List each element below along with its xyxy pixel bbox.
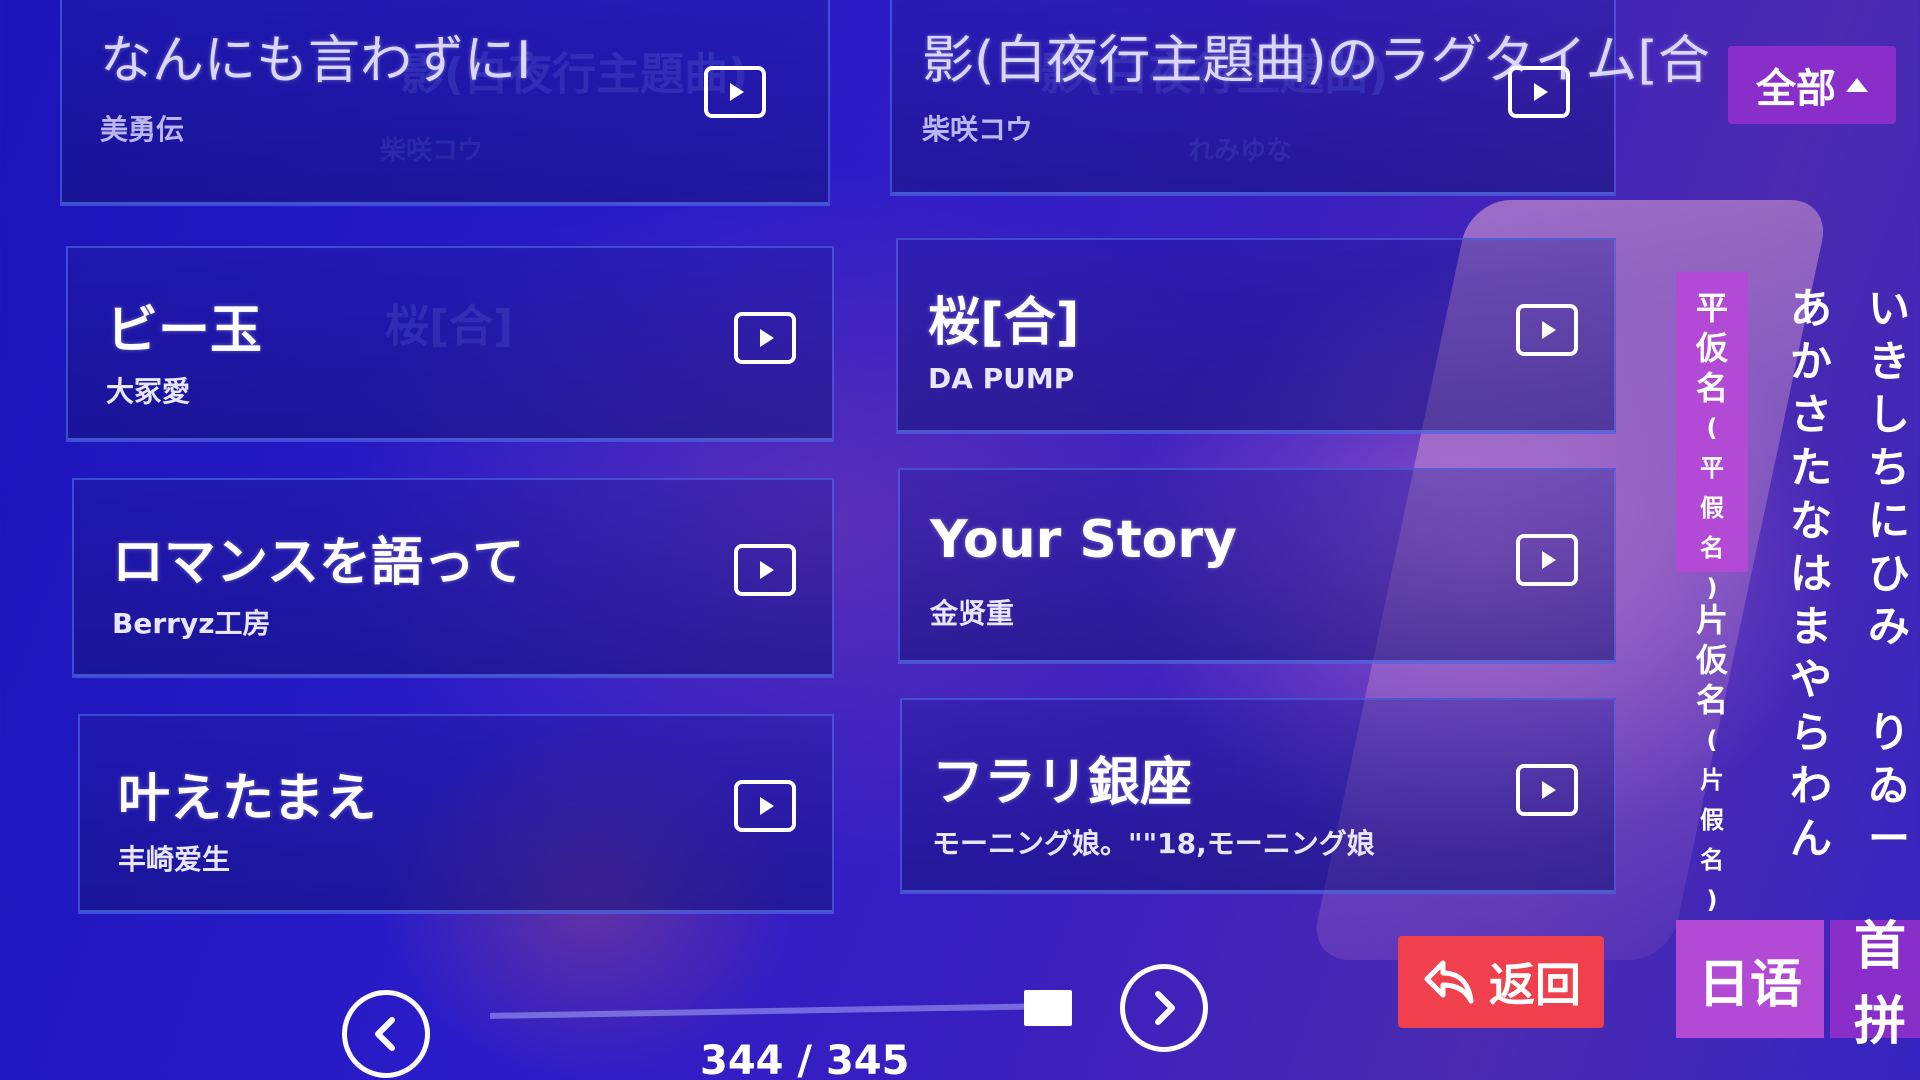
song-artist: DA PUMP bbox=[928, 362, 1075, 395]
page-indicator: 344 / 345 bbox=[700, 1038, 910, 1080]
song-card[interactable]: ビー玉 大冢愛 bbox=[66, 246, 834, 442]
kana-key[interactable]: や bbox=[1790, 653, 1832, 706]
song-artist: 大冢愛 bbox=[106, 375, 191, 408]
song-card[interactable]: なんにも言わずにI 美勇伝 bbox=[60, 0, 830, 206]
song-title: Your Story bbox=[930, 510, 1237, 570]
play-icon[interactable] bbox=[734, 312, 796, 364]
play-icon[interactable] bbox=[734, 544, 796, 596]
song-card[interactable]: Your Story 金贤重 bbox=[898, 468, 1616, 664]
kana-key[interactable]: あ bbox=[1790, 282, 1832, 335]
kana-key[interactable]: ん bbox=[1790, 812, 1832, 865]
prev-page-button[interactable] bbox=[342, 990, 430, 1078]
song-title: フラリ銀座 bbox=[932, 753, 1193, 813]
tab-char: 平 bbox=[1700, 454, 1724, 482]
song-artist: 丰崎爱生 bbox=[118, 843, 231, 876]
tab-label: 首拼 bbox=[1854, 917, 1907, 1052]
chevron-right-icon bbox=[1155, 991, 1175, 1025]
play-icon[interactable] bbox=[1516, 764, 1578, 816]
song-title: ロマンスを語って bbox=[112, 533, 525, 593]
song-card[interactable]: 影(白夜行主題曲)のラグタイム[合 柴咲コウ bbox=[890, 0, 1710, 196]
category-button[interactable]: 全部 bbox=[1728, 46, 1896, 124]
tab-char: 仮 bbox=[1695, 329, 1728, 367]
tab-char: 假 bbox=[1700, 806, 1724, 834]
tab-char: 名 bbox=[1695, 369, 1728, 407]
back-arrow-icon bbox=[1424, 960, 1474, 1004]
back-label: 返回 bbox=[1489, 958, 1581, 1012]
tab-char: 名 bbox=[1700, 534, 1724, 562]
song-title: 叶えたまえ bbox=[118, 769, 377, 829]
tab-char: 名 bbox=[1695, 681, 1728, 719]
triangle-up-icon bbox=[1846, 78, 1868, 92]
song-artist: 柴咲コウ bbox=[922, 113, 1033, 146]
kana-key[interactable]: さ bbox=[1790, 388, 1832, 441]
kana-key[interactable]: た bbox=[1790, 441, 1832, 494]
tab-char: 仮 bbox=[1695, 641, 1728, 679]
kana-key[interactable]: み bbox=[1868, 600, 1910, 653]
tab-char: 片 bbox=[1700, 766, 1724, 794]
song-artist: 美勇伝 bbox=[100, 113, 185, 146]
next-page-button[interactable] bbox=[1120, 964, 1208, 1052]
tab-char: 平 bbox=[1695, 289, 1728, 327]
tab-initials[interactable]: 首拼 bbox=[1830, 917, 1920, 1052]
kana-key[interactable]: き bbox=[1868, 335, 1910, 388]
tab-label: 日语 bbox=[1697, 954, 1802, 1015]
tab-char: ) bbox=[1706, 886, 1718, 914]
back-button[interactable]: 返回 bbox=[1398, 936, 1604, 1028]
kana-key[interactable]: ー bbox=[1868, 812, 1910, 865]
kana-key[interactable]: か bbox=[1790, 335, 1832, 388]
kana-key[interactable]: に bbox=[1868, 494, 1910, 547]
chevron-left-icon bbox=[375, 1017, 395, 1051]
song-title: 桜[合] bbox=[928, 293, 1080, 353]
song-artist: モーニング娘。""18,モーニング娘 bbox=[932, 827, 1375, 860]
category-label: 全部 bbox=[1756, 66, 1836, 112]
page-progress-track[interactable] bbox=[489, 1003, 1051, 1019]
tab-katakana[interactable]: 片 仮 名 ( 片 假 名 ) bbox=[1676, 592, 1748, 914]
page-progress-thumb[interactable] bbox=[1024, 990, 1073, 1026]
kana-key[interactable]: し bbox=[1868, 388, 1910, 441]
kana-column-a: あ か さ た な は ま や ら わ ん bbox=[1790, 282, 1832, 865]
song-card[interactable]: フラリ銀座 モーニング娘。""18,モーニング娘 bbox=[900, 698, 1616, 894]
play-icon[interactable] bbox=[704, 66, 766, 118]
tab-char: 名 bbox=[1700, 846, 1724, 874]
song-artist: 金贤重 bbox=[930, 597, 1015, 630]
play-icon[interactable] bbox=[1508, 66, 1570, 118]
kana-key[interactable]: り bbox=[1868, 706, 1910, 759]
kana-column-i: い き し ち に ひ み り ゐ ー bbox=[1868, 282, 1910, 865]
song-title: ビー玉 bbox=[106, 301, 263, 361]
tab-japanese[interactable]: 日语 bbox=[1676, 920, 1824, 1038]
song-artist: Berryz工房 bbox=[112, 607, 271, 640]
kana-key[interactable]: い bbox=[1868, 282, 1910, 335]
kana-key[interactable]: ち bbox=[1868, 441, 1910, 494]
tab-hiragana[interactable]: 平 仮 名 ( 平 假 名 ) bbox=[1676, 272, 1748, 602]
song-title: なんにも言わずにI bbox=[100, 31, 532, 91]
play-icon[interactable] bbox=[734, 780, 796, 832]
kana-key[interactable]: な bbox=[1790, 494, 1832, 547]
kana-key[interactable]: ら bbox=[1790, 706, 1832, 759]
song-card[interactable]: 叶えたまえ 丰崎爱生 bbox=[78, 714, 834, 914]
play-icon[interactable] bbox=[1516, 304, 1578, 356]
tab-char: 片 bbox=[1695, 601, 1728, 639]
tab-char: 假 bbox=[1700, 494, 1724, 522]
song-title: 影(白夜行主題曲)のラグタイム[合 bbox=[922, 31, 1710, 91]
play-icon[interactable] bbox=[1516, 534, 1578, 586]
kana-key[interactable]: ゐ bbox=[1868, 759, 1910, 812]
tab-char: ( bbox=[1706, 726, 1718, 754]
song-card[interactable]: 桜[合] DA PUMP bbox=[896, 238, 1616, 434]
kana-key[interactable]: ひ bbox=[1868, 547, 1910, 600]
song-card[interactable]: ロマンスを語って Berryz工房 bbox=[72, 478, 834, 678]
kana-key[interactable]: ま bbox=[1790, 600, 1832, 653]
kana-key[interactable]: わ bbox=[1790, 759, 1832, 812]
tab-char: ( bbox=[1706, 414, 1718, 442]
kana-key[interactable]: は bbox=[1790, 547, 1832, 600]
